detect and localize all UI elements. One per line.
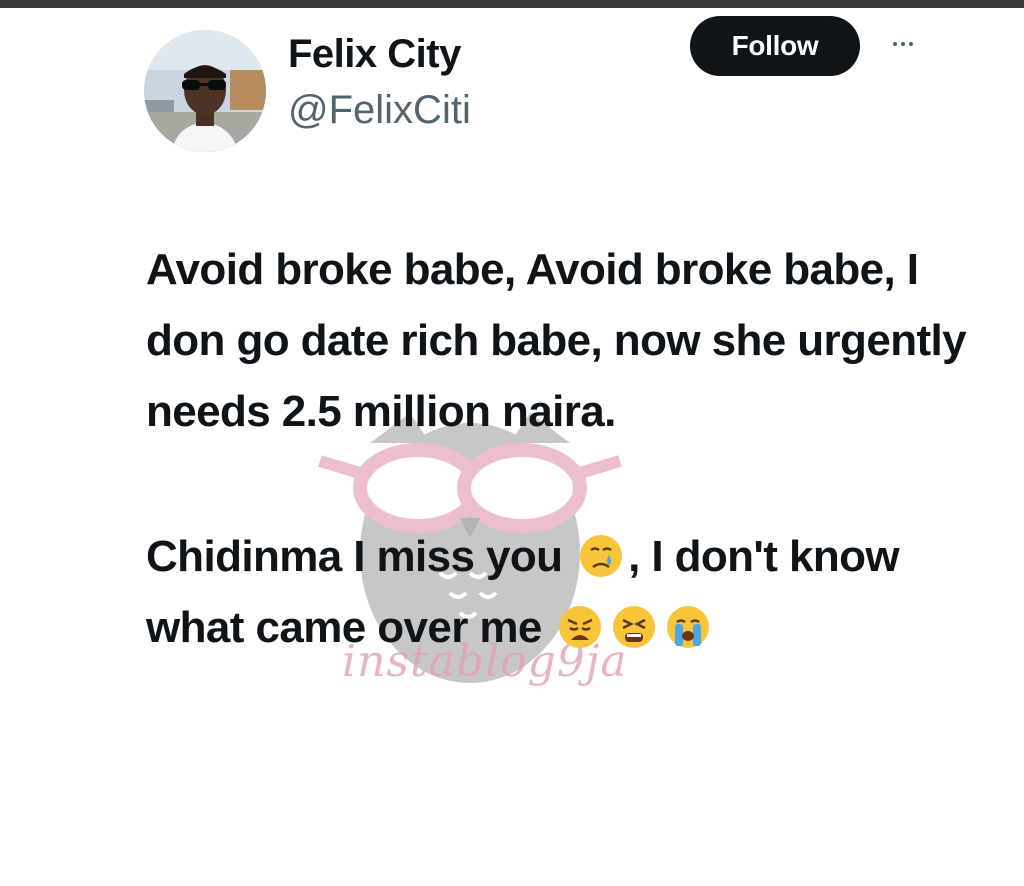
avatar[interactable] — [144, 30, 266, 152]
more-dot — [909, 42, 913, 46]
author-display-name[interactable]: Felix City — [288, 30, 461, 78]
top-status-strip — [0, 0, 1024, 8]
tweet-body: Avoid broke babe, Avoid broke babe, I do… — [146, 234, 967, 663]
follow-button[interactable]: Follow — [690, 16, 860, 76]
tweet-card: Felix City @FelixCiti Follow instablog9j… — [0, 8, 1024, 886]
tweet-text-line: Chidinma I miss you — [146, 532, 563, 581]
more-options-icon[interactable] — [878, 32, 928, 56]
more-dot — [901, 42, 905, 46]
weary-face-icon — [557, 604, 603, 650]
crying-face-icon — [578, 533, 624, 579]
tweet-paragraph-2: Chidinma I miss you , I don't know what … — [146, 521, 966, 663]
more-dot — [893, 42, 897, 46]
author-handle[interactable]: @FelixCiti — [288, 86, 471, 134]
tweet-paragraph-1: Avoid broke babe, Avoid broke babe, I do… — [146, 245, 967, 436]
loudly-crying-face-icon — [665, 604, 711, 650]
tired-face-icon — [611, 604, 657, 650]
